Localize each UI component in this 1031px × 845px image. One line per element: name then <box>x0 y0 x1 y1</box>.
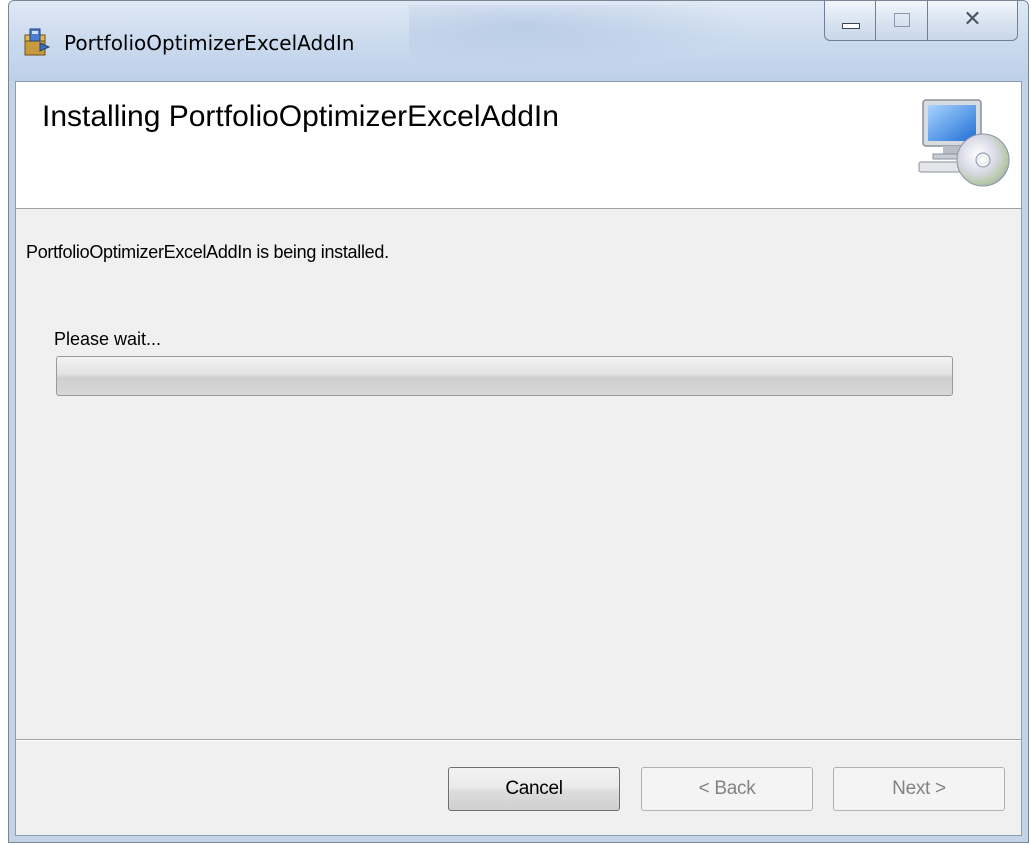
cancel-button[interactable]: Cancel <box>448 767 620 811</box>
install-status-text: PortfolioOptimizerExcelAddIn is being in… <box>26 242 389 262</box>
next-button[interactable]: Next > <box>833 767 1005 811</box>
close-button[interactable]: ✕ <box>928 1 1018 41</box>
close-icon: ✕ <box>963 7 982 32</box>
installer-window: PortfolioOptimizerExcelAddIn ✕ Installin… <box>8 0 1029 843</box>
minimize-button[interactable] <box>824 1 876 41</box>
maximize-icon <box>894 13 910 27</box>
maximize-button[interactable] <box>876 1 928 41</box>
please-wait-label: Please wait... <box>54 329 162 349</box>
minimize-icon <box>842 23 860 29</box>
window-title: PortfolioOptimizerExcelAddIn <box>64 31 355 55</box>
dialog-client-area: Installing PortfolioOptimizerExcelAddIn <box>15 81 1022 836</box>
computer-cd-icon <box>918 99 1010 187</box>
page-title: Installing PortfolioOptimizerExcelAddIn <box>42 100 559 133</box>
header-banner: Installing PortfolioOptimizerExcelAddIn <box>16 82 1021 209</box>
title-bar[interactable]: PortfolioOptimizerExcelAddIn ✕ <box>9 1 1028 81</box>
install-progress-bar <box>56 356 953 396</box>
installer-app-icon <box>24 28 51 56</box>
background-window-blur <box>409 5 789 75</box>
back-button[interactable]: < Back <box>641 767 813 811</box>
footer-separator <box>16 739 1021 741</box>
caption-buttons: ✕ <box>824 1 1018 45</box>
